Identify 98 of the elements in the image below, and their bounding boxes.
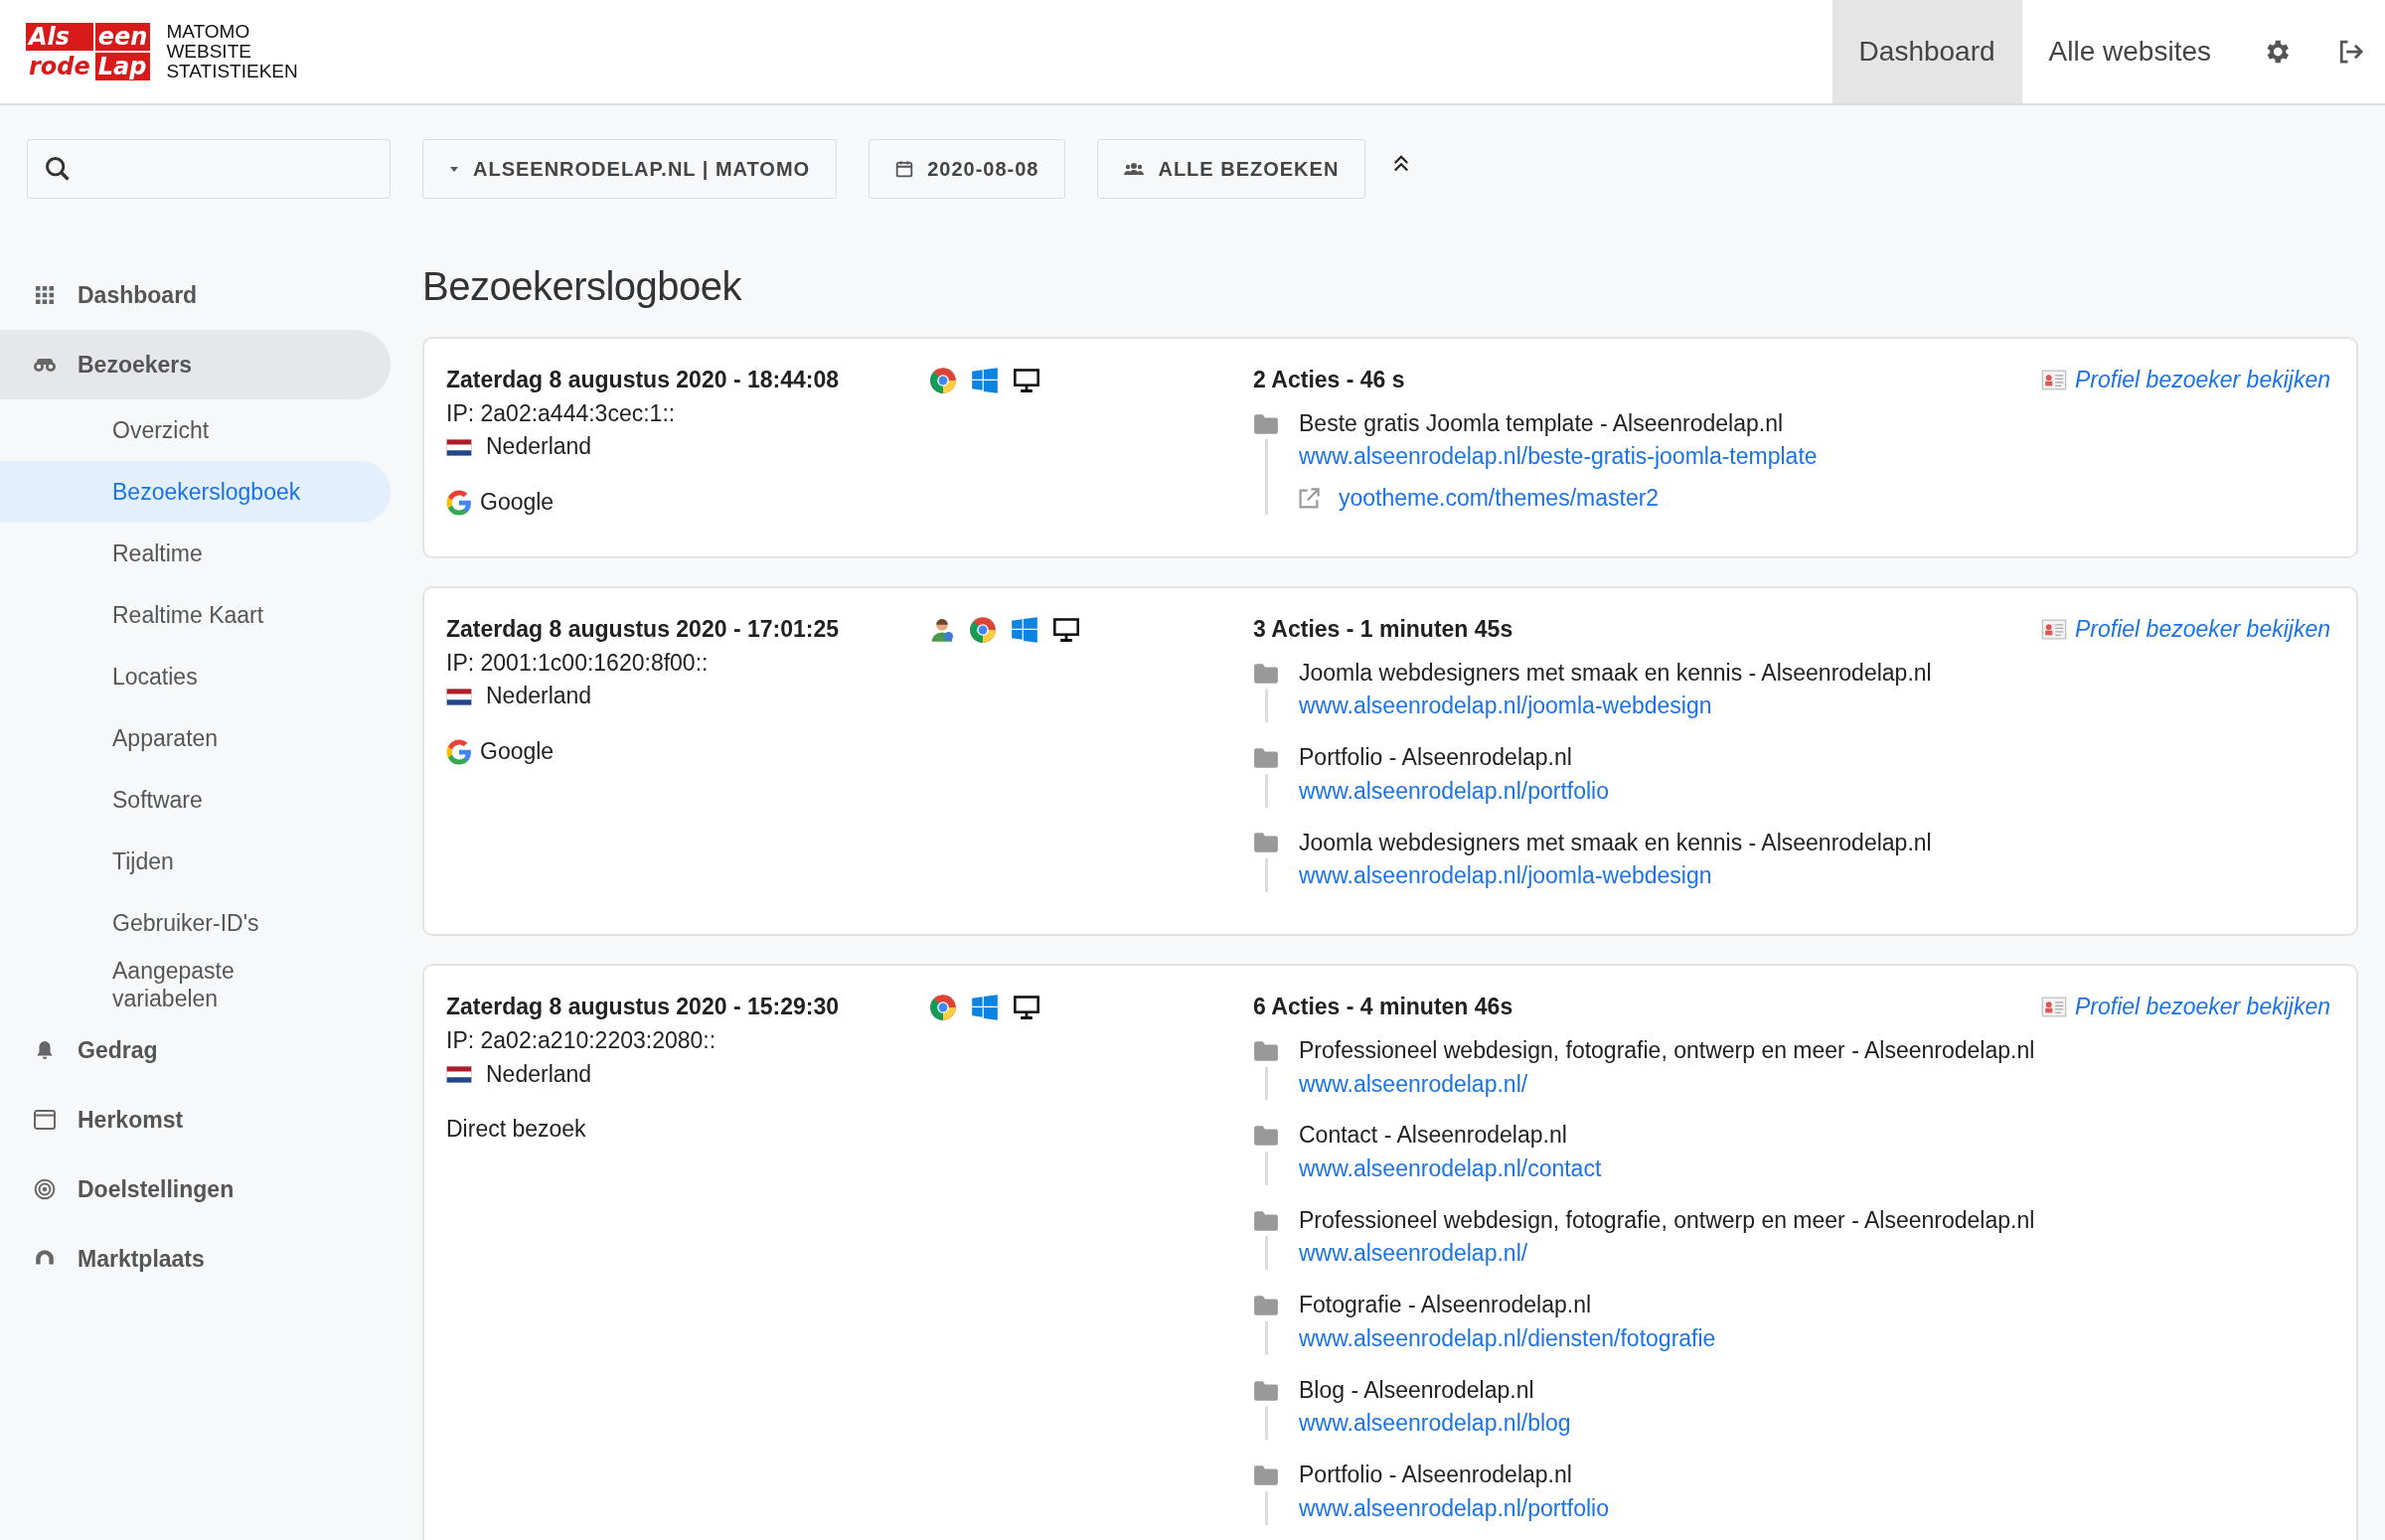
profile-card-icon xyxy=(2041,997,2067,1018)
chrome-icon xyxy=(929,993,957,1021)
ip-address: IP: 2a02:a444:3cec:1:: xyxy=(446,398,677,428)
country-name: Nederland xyxy=(486,1059,592,1089)
visit-datetime: Zaterdag 8 augustus 2020 - 18:44:08 xyxy=(446,366,840,394)
page-title-text: Joomla webdesigners met smaak en kennis - Alseenrodelap.nl xyxy=(1299,828,1932,857)
sidebar-item[interactable]: Marktplaats xyxy=(0,1224,391,1294)
referrer-label: Google xyxy=(480,488,555,518)
sidebar-subitem[interactable]: Gebruiker-ID's xyxy=(0,892,391,954)
nav-tab[interactable]: Alle websites xyxy=(2021,0,2238,103)
folder-icon xyxy=(1253,1125,1279,1148)
page-title-text: Fotografie - Alseenrodelap.nl xyxy=(1299,1291,1592,1320)
desktop-icon xyxy=(1052,615,1080,644)
sidebar-subitem[interactable]: Apparaten xyxy=(0,707,391,769)
page-title-text: Portfolio - Alseenrodelap.nl xyxy=(1299,743,1572,773)
folder-icon xyxy=(1253,1209,1279,1232)
page-title-text: Professioneel webdesign, fotografie, ontwerp en meer - Alseenrodelap.nl xyxy=(1299,1205,2035,1235)
sidebar-subitem[interactable]: Software xyxy=(0,769,391,831)
page-url-link[interactable]: www.alseenrodelap.nl/ xyxy=(1299,1068,2330,1101)
page-title-text: Beste gratis Joomla template - Alseenrodelap.nl xyxy=(1299,408,1784,438)
country-name: Nederland xyxy=(486,682,592,711)
page-url-link[interactable]: www.alseenrodelap.nl/blog xyxy=(1299,1408,2330,1441)
page-url-link[interactable]: www.alseenrodelap.nl/ xyxy=(1299,1238,2330,1271)
outlink-link[interactable]: yootheme.com/themes/master2 xyxy=(1339,483,1660,515)
sidebar-item[interactable]: Doelstellingen xyxy=(0,1155,391,1224)
chrome-icon xyxy=(969,615,997,644)
page-url-link[interactable]: www.alseenrodelap.nl/beste-gratis-joomla-template xyxy=(1299,441,2330,474)
nav-tab[interactable]: Dashboard xyxy=(1831,0,2022,103)
page-title-text: Professioneel webdesign, fotografie, ontwerp en meer - Alseenrodelap.nl xyxy=(1299,1035,2035,1065)
referrer-label: Google xyxy=(480,737,555,767)
visitor-profile-link[interactable]: Profiel bezoeker bekijken xyxy=(2041,613,2330,646)
visitor-profile-link[interactable]: Profiel bezoeker bekijken xyxy=(2041,992,2330,1023)
sidebar-item[interactable]: Gedrag xyxy=(0,1015,391,1085)
visit-summary: 2 Acties - 46 s xyxy=(1253,366,1405,394)
sidebar-item[interactable]: Dashboard xyxy=(0,260,391,330)
logo-caption: MATOMO WEBSITE STATISTIEKEN xyxy=(166,22,298,81)
visit-summary: 3 Acties - 1 minuten 45s xyxy=(1253,614,1513,644)
sidebar-subitem[interactable]: Aangepaste variabelen xyxy=(0,954,391,1015)
target-icon xyxy=(32,1178,58,1200)
folder-icon xyxy=(1253,1039,1279,1062)
folder-icon xyxy=(1253,832,1279,854)
folder-icon xyxy=(1253,1295,1279,1317)
ip-address: IP: 2001:1c00:1620:8f00:: xyxy=(446,648,710,678)
search-icon xyxy=(44,155,72,183)
caret-icon xyxy=(449,164,459,174)
chrome-icon xyxy=(929,366,957,394)
page-url-link[interactable]: www.alseenrodelap.nl/joomla-webdesign xyxy=(1299,860,2330,893)
sidebar-subitem[interactable]: Locaties xyxy=(0,646,391,707)
desktop-icon xyxy=(1013,993,1040,1021)
binoculars-icon xyxy=(32,357,58,373)
page-title-text: Contact - Alseenrodelap.nl xyxy=(1299,1121,1567,1151)
folder-icon xyxy=(1253,662,1279,685)
visit-datetime: Zaterdag 8 augustus 2020 - 15:29:30 xyxy=(446,993,840,1022)
windows-icon xyxy=(1011,615,1038,644)
page-title-text: Joomla webdesigners met smaak en kennis - Alseenrodelap.nl xyxy=(1299,658,1932,688)
segment-selector[interactable]: ALLE BEZOEKEN xyxy=(1097,139,1366,199)
page-url-link[interactable]: www.alseenrodelap.nl/diensten/fotografie xyxy=(1299,1322,2330,1355)
flag-icon xyxy=(446,688,472,705)
page-url-link[interactable]: www.alseenrodelap.nl/portfolio xyxy=(1299,1492,2330,1525)
visit-summary: 6 Acties - 4 minuten 46s xyxy=(1253,993,1513,1022)
page-url-link[interactable]: www.alseenrodelap.nl/portfolio xyxy=(1299,775,2330,808)
sidebar-subitem[interactable]: Overzicht xyxy=(0,399,391,461)
page-title-text: Portfolio - Alseenrodelap.nl xyxy=(1299,1461,1572,1490)
sidebar-subitem[interactable]: Realtime xyxy=(0,523,391,584)
google-icon xyxy=(446,490,472,517)
date-selector[interactable]: 2020-08-08 xyxy=(869,139,1066,199)
folder-icon xyxy=(1253,412,1279,435)
profile-card-icon xyxy=(2041,370,2067,391)
sidebar-item[interactable]: Herkomst xyxy=(0,1085,391,1155)
folder-icon xyxy=(1253,747,1279,769)
google-icon xyxy=(446,739,472,765)
flag-icon xyxy=(446,1065,472,1083)
page-title: Bezoekerslogboek xyxy=(422,264,743,309)
logo: Als een rode Lap xyxy=(26,23,151,80)
sidebar-subitem[interactable]: Tijden xyxy=(0,831,391,892)
ip-address: IP: 2a02:a210:2203:2080:: xyxy=(446,1025,717,1055)
desktop-icon xyxy=(1013,366,1040,394)
users-icon xyxy=(1124,162,1145,176)
browser-window-icon xyxy=(32,1110,58,1130)
flag-icon xyxy=(446,438,472,456)
sidebar-subitem[interactable]: Realtime Kaart xyxy=(0,584,391,646)
windows-icon xyxy=(971,993,999,1021)
folder-icon xyxy=(1253,1379,1279,1402)
folder-icon xyxy=(1253,1464,1279,1486)
visitor-profile-link[interactable]: Profiel bezoeker bekijken xyxy=(2041,365,2330,396)
windows-icon xyxy=(971,366,999,394)
visit-datetime: Zaterdag 8 augustus 2020 - 17:01:25 xyxy=(446,614,840,644)
page-url-link[interactable]: www.alseenrodelap.nl/contact xyxy=(1299,1154,2330,1185)
referrer-label: Direct bezoek xyxy=(446,1115,586,1145)
page-title-text: Blog - Alseenrodelap.nl xyxy=(1299,1375,1534,1405)
search-field[interactable] xyxy=(27,139,391,199)
site-selector[interactable]: ALSEENRODELAP.NL | MATOMO xyxy=(422,139,838,199)
country-name: Nederland xyxy=(486,432,592,462)
page-url-link[interactable]: www.alseenrodelap.nl/joomla-webdesign xyxy=(1299,691,2330,723)
profile-card-icon xyxy=(2041,619,2067,641)
sidebar-item[interactable]: Bezoekers xyxy=(0,330,391,399)
sidebar-subitem[interactable]: Bezoekerslogboek xyxy=(0,461,391,523)
calendar-icon xyxy=(895,160,914,178)
